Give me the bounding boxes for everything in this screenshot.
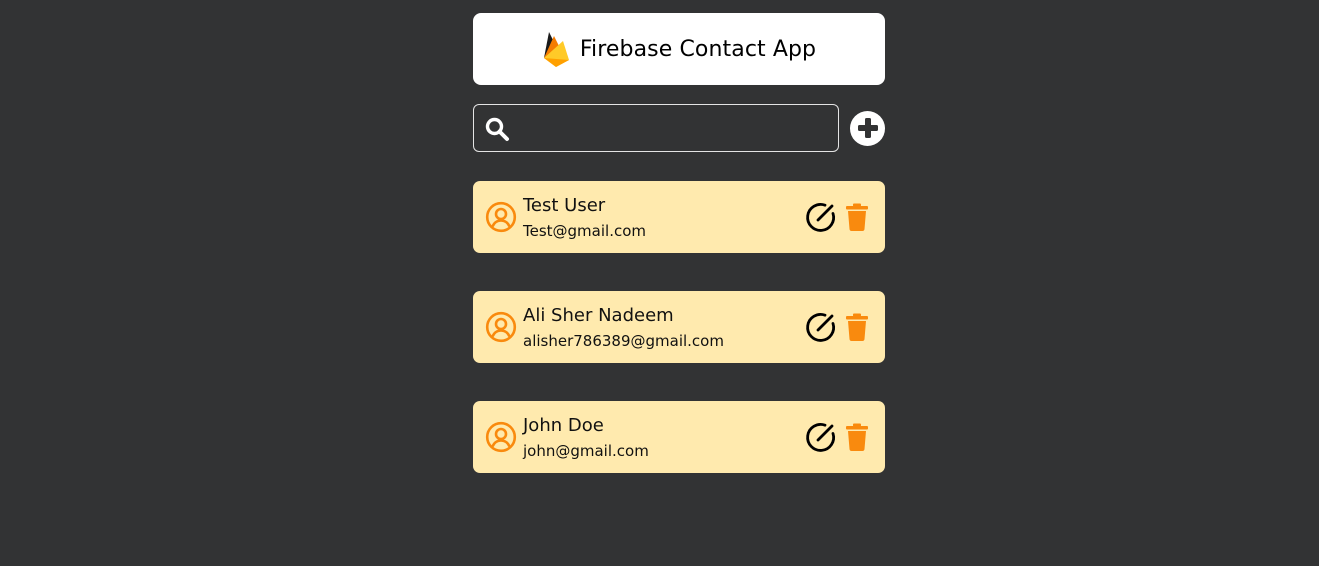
contact-name: Ali Sher Nadeem (523, 305, 674, 326)
contact-name: Test User (523, 195, 606, 216)
contact-list: Test User Test@gmail.com Ali Sher Nadeem (473, 181, 885, 473)
user-avatar-icon (485, 421, 517, 453)
contact-email: john@gmail.com (523, 442, 649, 460)
search-box[interactable] (473, 104, 839, 153)
contact-info: Ali Sher Nadeem alisher786389@gmail.com (523, 305, 724, 351)
trash-icon[interactable] (845, 313, 869, 341)
contact-email: Test@gmail.com (523, 222, 647, 240)
user-avatar-icon (485, 201, 517, 233)
contact-name: John Doe (523, 415, 604, 436)
search-input[interactable] (518, 105, 832, 153)
search-row (473, 104, 885, 153)
contact-card: Ali Sher Nadeem alisher786389@gmail.com (473, 291, 885, 363)
plus-icon (857, 118, 878, 138)
edit-icon[interactable] (805, 421, 837, 453)
firebase-logo-icon (543, 32, 569, 67)
user-avatar-icon (485, 311, 517, 343)
contact-info: John Doe john@gmail.com (523, 415, 649, 461)
trash-icon[interactable] (845, 203, 869, 231)
contact-card: John Doe john@gmail.com (473, 401, 885, 473)
app-title: Firebase Contact App (579, 36, 817, 62)
app-header: Firebase Contact App (473, 13, 885, 85)
search-icon (485, 117, 509, 141)
contact-email: alisher786389@gmail.com (523, 332, 724, 350)
contact-card: Test User Test@gmail.com (473, 181, 885, 253)
contact-info: Test User Test@gmail.com (523, 195, 646, 241)
app-container: Firebase Contact App Test User Test@gmai… (473, 13, 885, 511)
trash-icon[interactable] (845, 423, 869, 451)
edit-icon[interactable] (805, 201, 837, 233)
edit-icon[interactable] (805, 311, 837, 343)
add-contact-button[interactable] (850, 110, 885, 146)
